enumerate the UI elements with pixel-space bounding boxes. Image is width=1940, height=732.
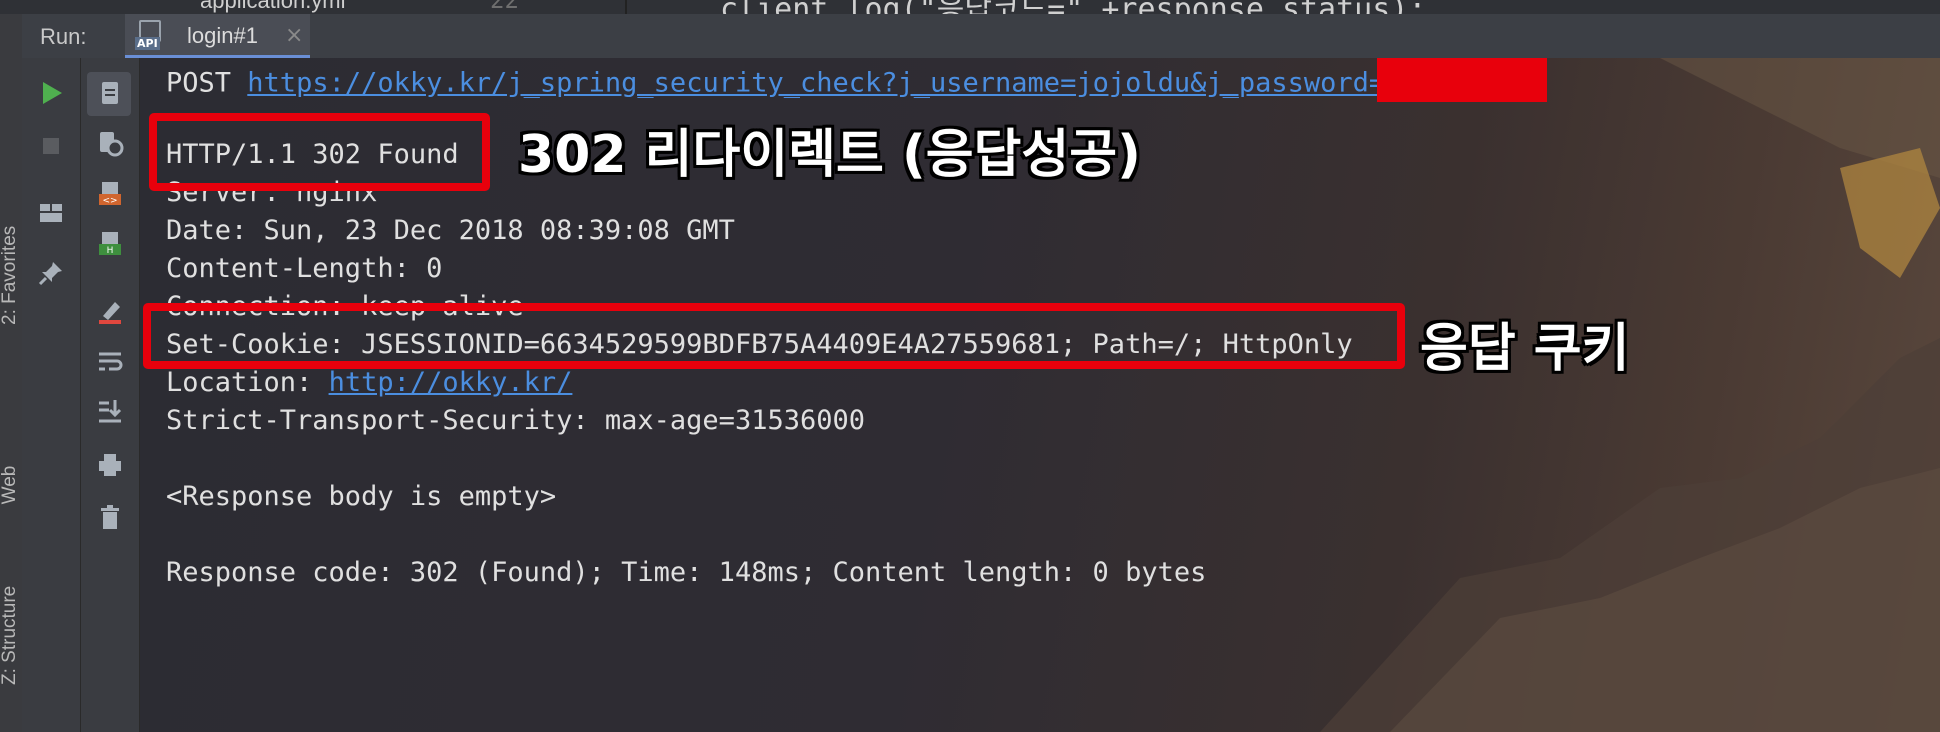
side-tab-favorites[interactable]: 2: Favorites (0, 226, 21, 325)
cookie-annotation: 응답 쿠키 (1420, 319, 1630, 379)
location-url-link[interactable]: http://okky.kr/ (329, 367, 573, 398)
tab-title: login#1 (187, 23, 258, 48)
svg-text:H: H (107, 246, 114, 256)
console-output: POST https://okky.kr/j_spring_security_c… (140, 58, 1940, 732)
clear-highlight-icon[interactable] (95, 296, 125, 326)
side-tool-strip: 2: Favorites Web Z: Structure (0, 14, 23, 732)
redacted-password (1377, 58, 1548, 102)
location-label: Location: (166, 367, 329, 398)
xml-file-icon[interactable]: <> (95, 178, 125, 208)
body-note: <Response body is empty> (166, 481, 557, 512)
sts-line: Strict-Transport-Security: max-age=31536… (166, 405, 865, 436)
divider (625, 0, 627, 14)
document-settings-icon[interactable] (95, 128, 125, 158)
run-actions-toolbar (22, 58, 81, 732)
console-tools-toolbar: <> H (81, 58, 140, 732)
side-tab-web[interactable]: Web (0, 445, 21, 525)
tab-login-1[interactable]: API login#1 × (125, 14, 310, 58)
stop-icon[interactable] (36, 131, 66, 161)
line-number: 22 (490, 0, 519, 14)
scroll-to-end-icon[interactable] (95, 396, 125, 426)
header-line: Content-Length: 0 (166, 253, 443, 284)
status-highlight-box (149, 113, 490, 191)
request-method: POST (166, 67, 232, 99)
code-line: client.log("응답코드=" +response.status); (720, 0, 1426, 14)
location-line: Location: http://okky.kr/ (166, 367, 572, 398)
request-url-link[interactable]: https://okky.kr/j_spring_security_check?… (247, 68, 1385, 99)
request-line: POST https://okky.kr/j_spring_security_c… (166, 58, 1548, 106)
pin-icon[interactable] (36, 258, 66, 288)
soft-wrap-icon[interactable] (95, 346, 125, 376)
close-icon[interactable]: × (285, 23, 303, 48)
run-tool-window-header: Run: API login#1 × (22, 14, 1940, 59)
side-tab-structure[interactable]: Z: Structure (0, 586, 21, 685)
run-icon[interactable] (36, 78, 66, 108)
api-file-icon: API (135, 20, 165, 50)
response-summary: Response code: 302 (Found); Time: 148ms;… (166, 557, 1207, 588)
cookie-highlight-box (143, 303, 1405, 369)
editor-fragment: application.yml 22 client.log("응답코드=" +r… (0, 0, 1940, 14)
layout-icon[interactable] (36, 198, 66, 228)
svg-text:<>: <> (102, 196, 117, 206)
run-label: Run: (40, 24, 87, 49)
status-annotation: 302 리다이렉트 (응답성공) (518, 125, 1141, 185)
header-line: Date: Sun, 23 Dec 2018 08:39:08 GMT (166, 215, 735, 246)
trash-icon[interactable] (95, 502, 125, 532)
file-tab[interactable]: application.yml (200, 0, 346, 14)
document-icon[interactable] (95, 78, 125, 108)
html-file-icon[interactable]: H (95, 228, 125, 258)
print-icon[interactable] (95, 450, 125, 480)
